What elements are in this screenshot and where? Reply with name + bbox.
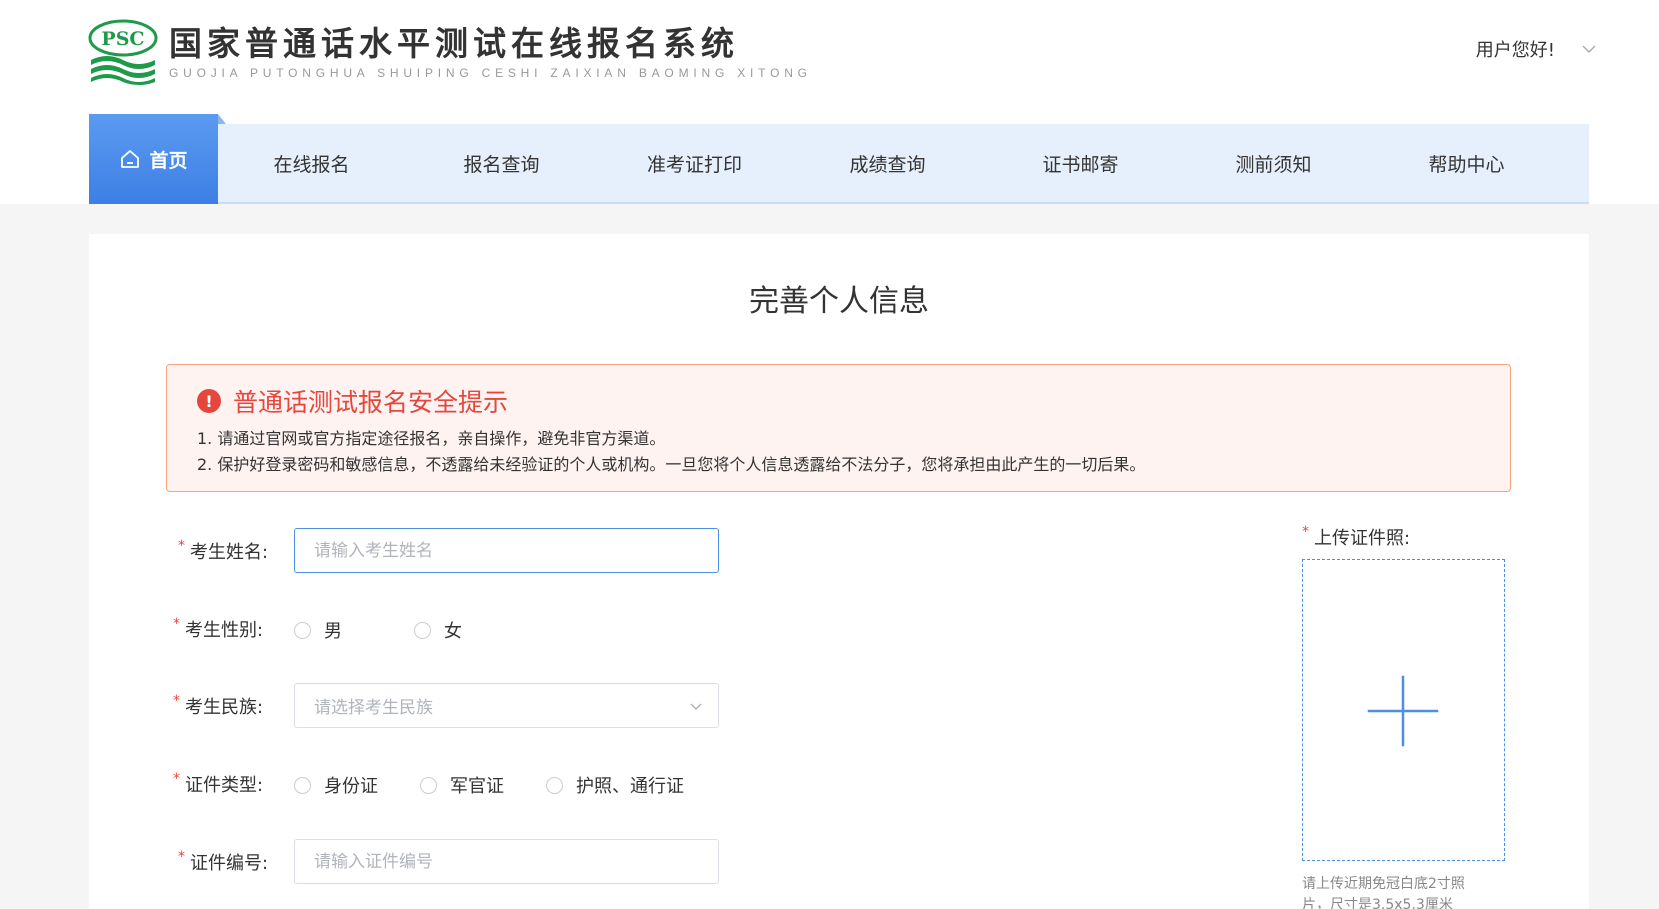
ethnicity-label: * 考生民族: [173, 693, 264, 718]
user-greeting: 用户您好! [1475, 40, 1555, 61]
radio-circle[interactable] [294, 621, 311, 639]
nav-item-registration-query[interactable]: 报名查询 [405, 124, 598, 202]
psc-logo-icon: PSC [87, 16, 159, 86]
site-subtitle: GUOJIA PUTONGHUA SHUIPING CESHI ZAIXIAN … [169, 66, 812, 80]
home-icon [121, 150, 140, 168]
main-nav: 首页 在线报名 报名查询 准考证打印 成绩查询 证书邮寄 测前须知 帮助中心 [89, 114, 1589, 204]
alert-line-2: 2. 保护好登录密码和敏感信息，不透露给未经验证的个人或机构。一旦您将个人信息透… [197, 455, 1146, 474]
id-type-label: * 证件类型: [173, 771, 264, 796]
required-mark: * [1302, 524, 1309, 540]
id-number-label: * 证件编号: [178, 849, 269, 874]
required-mark: * [178, 849, 185, 865]
nav-item-home[interactable]: 首页 [89, 114, 226, 204]
radio-circle[interactable] [294, 776, 311, 794]
nav-item-online-registration[interactable]: 在线报名 [218, 124, 405, 202]
required-mark: * [173, 616, 180, 632]
required-mark: * [178, 538, 185, 554]
required-mark: * [173, 693, 180, 709]
alert-title: 普通话测试报名安全提示 [233, 388, 509, 417]
radio-circle[interactable] [546, 776, 563, 794]
gender-label: * 考生性别: [173, 616, 264, 641]
gender-option-male[interactable]: 男 [294, 617, 342, 643]
nav-item-pretest-notice[interactable]: 测前须知 [1177, 124, 1370, 202]
site-title: 国家普通话水平测试在线报名系统 [169, 24, 739, 63]
nav-item-help-center[interactable]: 帮助中心 [1370, 124, 1563, 202]
id-type-option-id-card[interactable]: 身份证 [294, 772, 378, 798]
radio-circle[interactable] [414, 621, 431, 639]
form-card: 完善个人信息 ! 普通话测试报名安全提示 1. 请通过官网或官方指定途径报名，亲… [89, 234, 1589, 909]
logo-badge-text: PSC [101, 28, 144, 50]
gender-option-female[interactable]: 女 [414, 617, 462, 643]
logo[interactable]: PSC 国家普通话水平测试在线报名系统 GUOJIA PUTONGHUA SHU… [87, 16, 812, 86]
nav-item-label: 首页 [149, 149, 188, 172]
name-input[interactable] [294, 528, 719, 573]
gender-radio-group: 男 女 [294, 617, 506, 643]
id-type-option-passport[interactable]: 护照、通行证 [546, 772, 684, 798]
name-label: * 考生姓名: [178, 538, 269, 563]
ethnicity-placeholder: 请选择考生民族 [314, 698, 433, 718]
nav-item-admission-print[interactable]: 准考证打印 [598, 124, 791, 202]
nav-item-certificate-mail[interactable]: 证书邮寄 [984, 124, 1177, 202]
user-menu[interactable]: 用户您好! [1476, 36, 1597, 62]
id-type-radio-group: 身份证 军官证 护照、通行证 [294, 772, 728, 798]
nav-item-score-query[interactable]: 成绩查询 [791, 124, 984, 202]
ethnicity-select[interactable]: 请选择考生民族 [294, 683, 719, 728]
id-number-input[interactable] [294, 839, 719, 884]
exclamation-icon: ! [197, 389, 221, 413]
photo-upload-box[interactable] [1302, 559, 1505, 861]
plus-icon [1367, 675, 1439, 747]
radio-circle[interactable] [420, 776, 437, 794]
chevron-down-icon [1582, 45, 1596, 53]
security-alert: ! 普通话测试报名安全提示 1. 请通过官网或官方指定途径报名，亲自操作，避免非… [166, 364, 1511, 492]
upload-hint: 请上传近期免冠白底2寸照片，尺寸是3.5x5.3厘米 [1302, 876, 1465, 909]
chevron-down-icon [690, 703, 702, 710]
header: PSC 国家普通话水平测试在线报名系统 GUOJIA PUTONGHUA SHU… [0, 0, 1659, 204]
alert-line-1: 1. 请通过官网或官方指定途径报名，亲自操作，避免非官方渠道。 [197, 429, 666, 448]
page-title: 完善个人信息 [749, 284, 929, 319]
id-type-option-officer[interactable]: 军官证 [420, 772, 504, 798]
required-mark: * [173, 771, 180, 787]
upload-label: * 上传证件照: [1302, 524, 1411, 549]
